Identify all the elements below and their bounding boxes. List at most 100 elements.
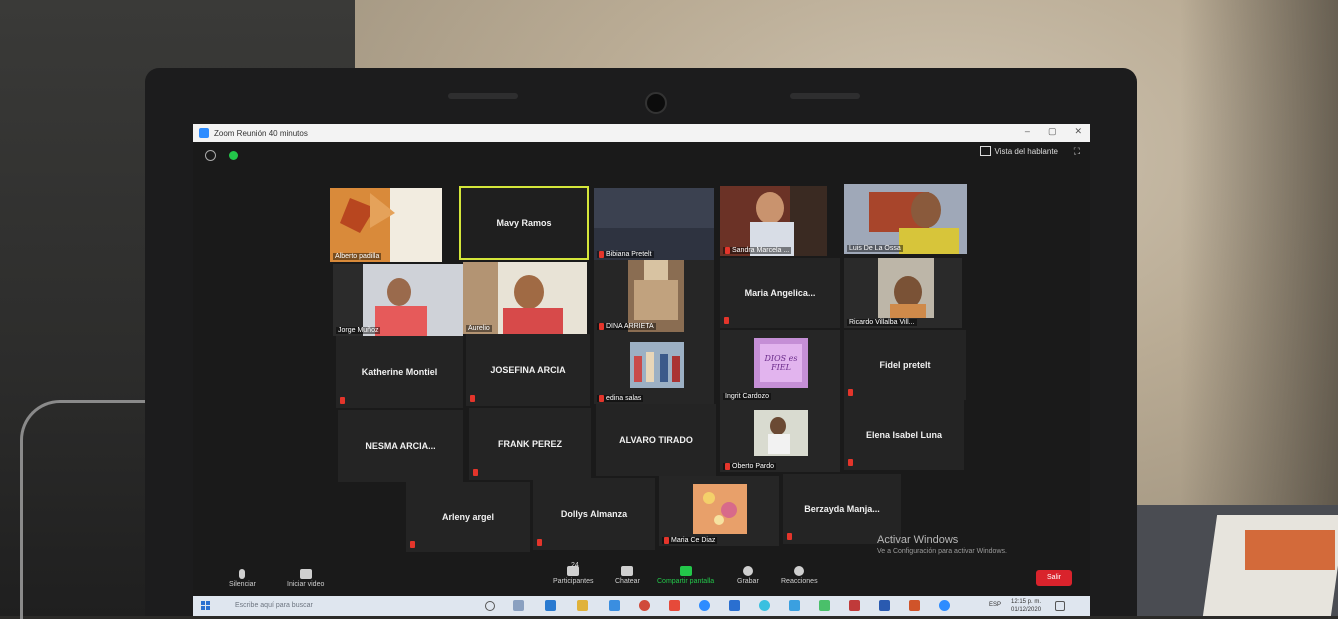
chat-button[interactable]: Chatear: [615, 566, 640, 585]
participant-video: [330, 188, 442, 262]
participant-tile[interactable]: ALVARO TIRADO: [596, 404, 716, 476]
participant-tile[interactable]: Arleny argel: [406, 482, 530, 552]
mic-muted-icon: [340, 397, 345, 404]
mic-muted-icon: [473, 469, 478, 476]
participant-name: Katherine Montiel: [361, 367, 438, 377]
record-button[interactable]: Grabar: [737, 566, 759, 585]
participant-name: Dollys Almanza: [560, 509, 628, 519]
store-icon[interactable]: [609, 600, 620, 611]
participant-tile[interactable]: Bibiana Pretelt: [594, 188, 714, 260]
windows-taskbar: Escribe aquí para buscar ESP 12:15 p. m.…: [193, 596, 1090, 616]
mail-icon[interactable]: [729, 600, 740, 611]
mic-muted-icon: [599, 323, 604, 330]
zoom-taskbar-icon[interactable]: [699, 600, 710, 611]
participant-video: [594, 332, 714, 404]
laptop-screen: Zoom Reunión 40 minutos – ▢ ✕ Vista del …: [193, 124, 1090, 616]
zoom-meeting-taskbar-icon[interactable]: [939, 600, 950, 611]
start-video-button[interactable]: Iniciar video: [287, 569, 324, 588]
participant-tile[interactable]: Alberto padilla: [330, 188, 442, 262]
participant-name: ALVARO TIRADO: [619, 435, 693, 445]
meeting-toolbar: Silenciar Iniciar video 24 Participantes…: [193, 562, 1090, 596]
participant-tile[interactable]: Aurelio: [463, 262, 587, 334]
acrobat-icon[interactable]: [669, 600, 680, 611]
photos-icon[interactable]: [789, 600, 800, 611]
language-indicator[interactable]: ESP: [989, 602, 1001, 608]
mic-muted-icon: [725, 247, 730, 254]
bezel-hinge-right: [790, 93, 860, 99]
skype-icon[interactable]: [759, 600, 770, 611]
file-explorer-icon[interactable]: [577, 600, 588, 611]
participant-name: Elena Isabel Luna: [865, 430, 943, 440]
participant-name: Fidel pretelt: [879, 360, 931, 370]
cortana-icon[interactable]: [485, 601, 495, 611]
mic-muted-icon: [787, 533, 792, 540]
participant-tile[interactable]: Ricardo Villalba Vill...: [844, 258, 962, 328]
taskbar-search-input[interactable]: Escribe aquí para buscar: [221, 599, 445, 613]
taskbar-clock[interactable]: 12:15 p. m. 01/12/2020: [1011, 598, 1041, 614]
mic-muted-icon: [664, 537, 669, 544]
notifications-icon[interactable]: [1055, 601, 1065, 611]
mic-muted-icon: [724, 317, 729, 324]
webcam: [645, 92, 667, 114]
participant-video: [463, 262, 587, 334]
word-icon[interactable]: [879, 600, 890, 611]
mic-muted-icon: [537, 539, 542, 546]
participant-name-label: Luis De La Ossa: [847, 245, 903, 252]
participant-tile[interactable]: JOSEFINA ARCIA: [466, 334, 590, 406]
participant-name: Mavy Ramos: [496, 218, 552, 228]
participant-name: Arleny argel: [441, 512, 495, 522]
task-view-icon[interactable]: [513, 600, 524, 611]
participant-tile[interactable]: Maria Angelica...: [720, 258, 840, 328]
participant-name: JOSEFINA ARCIA: [490, 365, 566, 375]
participant-tile[interactable]: Oberto Pardo: [720, 402, 840, 472]
participant-tile[interactable]: Elena Isabel Luna: [844, 400, 964, 470]
windows-start-icon[interactable]: [201, 601, 211, 611]
chat-icon: [621, 566, 634, 576]
participants-count: 24: [571, 562, 579, 569]
participant-video: [720, 186, 827, 256]
participant-video: [333, 264, 463, 336]
participant-tile[interactable]: Maria Ce Diaz: [659, 476, 779, 546]
participant-name-label: Aurelio: [466, 325, 492, 332]
participant-tile[interactable]: DIOS es FIEL Ingrit Cardozo: [720, 330, 840, 402]
mic-muted-icon: [848, 459, 853, 466]
participant-video: [844, 184, 967, 254]
share-screen-icon: [679, 566, 692, 576]
app-icon[interactable]: [849, 600, 860, 611]
participant-tile-active[interactable]: Mavy Ramos: [459, 186, 589, 260]
participants-button[interactable]: 24 Participantes: [553, 562, 593, 585]
participant-name-label: Oberto Pardo: [723, 463, 777, 470]
participant-tile[interactable]: edina salas: [594, 332, 714, 404]
participant-tile[interactable]: Sandra Marcela ...: [720, 186, 827, 256]
powerpoint-icon[interactable]: [909, 600, 920, 611]
wall-shadow: [1180, 0, 1338, 520]
participant-tile[interactable]: DINA ARRIETA: [594, 260, 714, 332]
participant-tile[interactable]: Dollys Almanza: [533, 478, 655, 550]
participant-tile[interactable]: Fidel pretelt: [844, 330, 966, 400]
participant-video: [594, 188, 714, 260]
participant-name-label: Ingrit Cardozo: [723, 393, 771, 400]
orange-paper: [1245, 530, 1335, 570]
leave-meeting-button[interactable]: Salir: [1036, 570, 1072, 586]
edge-icon[interactable]: [545, 600, 556, 611]
participant-tile[interactable]: Katherine Montiel: [336, 336, 463, 408]
maps-icon[interactable]: [819, 600, 830, 611]
mic-muted-icon: [848, 389, 853, 396]
bezel-hinge-left: [448, 93, 518, 99]
participant-name-label: Alberto padilla: [333, 253, 382, 260]
participant-video: [659, 476, 779, 546]
participant-tile[interactable]: FRANK PEREZ: [469, 408, 591, 480]
participant-video: [720, 402, 840, 472]
mute-button[interactable]: Silenciar: [229, 569, 256, 588]
participant-tile[interactable]: Luis De La Ossa: [844, 184, 967, 254]
share-screen-button[interactable]: Compartir pantalla: [657, 566, 714, 585]
participant-tile[interactable]: NESMA ARCIA...: [338, 410, 463, 482]
record-icon: [742, 566, 753, 576]
participant-name-label: Ricardo Villalba Vill...: [847, 319, 917, 326]
participant-name-label: Maria Ce Diaz: [662, 537, 718, 544]
participant-name-label: DINA ARRIETA: [597, 323, 656, 330]
video-camera-icon: [299, 569, 312, 579]
chrome-icon[interactable]: [639, 600, 650, 611]
participant-tile[interactable]: Jorge Muñoz: [333, 264, 463, 336]
reactions-button[interactable]: Reacciones: [781, 566, 818, 585]
